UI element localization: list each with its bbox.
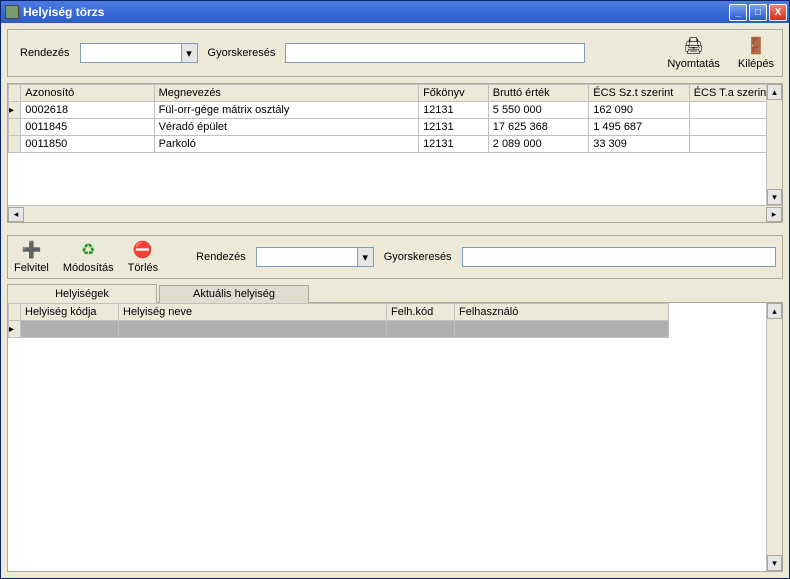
cell-depr-szt: 33 309 [589, 136, 689, 153]
table-row[interactable]: 0011845 Véradó épület 12131 17 625 368 1… [9, 119, 782, 136]
quicksearch-input-2[interactable] [463, 248, 775, 266]
exit-button[interactable]: 🚪 Kilépés [738, 36, 774, 70]
col-user-code[interactable]: Felh.kód [387, 304, 455, 321]
quicksearch-label: Gyorskeresés [204, 47, 280, 59]
app-icon [5, 5, 19, 19]
maximize-button[interactable]: □ [749, 4, 767, 21]
add-button-label: Felvitel [14, 262, 49, 274]
window-title: Helyiség törzs [23, 5, 104, 19]
row-header-corner [9, 304, 21, 321]
horizontal-scrollbar[interactable]: ◂ ▸ [8, 205, 782, 222]
cell-gross: 2 089 000 [488, 136, 588, 153]
upper-grid[interactable]: Azonosító Megnevezés Főkönyv Bruttó érté… [7, 83, 783, 223]
cell-id: 0011845 [21, 119, 154, 136]
col-room-code[interactable]: Helyiség kódja [21, 304, 119, 321]
print-button[interactable]: 🖨 Nyomtatás [667, 36, 720, 70]
scroll-up-icon[interactable]: ▴ [767, 303, 782, 319]
delete-button-label: Törlés [128, 262, 159, 274]
cell-ledger: 12131 [419, 119, 489, 136]
close-button[interactable]: X [769, 4, 787, 21]
chevron-down-icon[interactable]: ▾ [357, 248, 373, 266]
top-toolbar: Rendezés ▾ Gyorskeresés 🖨 Nyomtatás 🚪 Ki… [7, 29, 783, 77]
quicksearch-label-2: Gyorskeresés [380, 251, 456, 263]
vertical-scrollbar[interactable]: ▴ ▾ [766, 303, 782, 571]
titlebar: Helyiség törzs _ □ X [1, 1, 789, 23]
row-pointer-icon [9, 321, 21, 338]
col-room-name[interactable]: Helyiség neve [119, 304, 387, 321]
cell-gross: 17 625 368 [488, 119, 588, 136]
minimize-button[interactable]: _ [729, 4, 747, 21]
col-ledger[interactable]: Főkönyv [419, 85, 489, 102]
middle-toolbar: ➕ Felvitel ♻ Módosítás ⛔ Törlés Rendezés… [7, 235, 783, 279]
cell-id: 0011850 [21, 136, 154, 153]
cell-depr-szt: 1 495 687 [589, 119, 689, 136]
plus-icon: ➕ [21, 240, 41, 260]
sort-label-2: Rendezés [192, 251, 250, 263]
table-row[interactable] [9, 321, 782, 338]
splitter[interactable] [7, 227, 783, 231]
cell-ledger: 12131 [419, 102, 489, 119]
col-id[interactable]: Azonosító [21, 85, 154, 102]
add-button[interactable]: ➕ Felvitel [14, 240, 49, 274]
exit-button-label: Kilépés [738, 58, 774, 70]
chevron-down-icon[interactable]: ▾ [181, 44, 197, 62]
tab-current-room[interactable]: Aktuális helyiség [159, 285, 309, 304]
recycle-icon: ♻ [78, 240, 98, 260]
row-header-corner [9, 85, 21, 102]
cell-name: Parkoló [154, 136, 419, 153]
scroll-up-icon[interactable]: ▴ [767, 84, 782, 100]
print-button-label: Nyomtatás [667, 58, 720, 70]
edit-button-label: Módosítás [63, 262, 114, 274]
exit-icon: 🚪 [746, 36, 766, 56]
printer-icon: 🖨 [684, 36, 704, 56]
vertical-scrollbar[interactable]: ▴ ▾ [766, 84, 782, 205]
sort-combo-input-2[interactable] [257, 248, 357, 266]
table-row[interactable]: 0002618 Fül-orr-gége mátrix osztály 1213… [9, 102, 782, 119]
edit-button[interactable]: ♻ Módosítás [63, 240, 114, 274]
col-name[interactable]: Megnevezés [154, 85, 419, 102]
quicksearch-input[interactable] [286, 44, 584, 62]
col-depr-szt[interactable]: ÉCS Sz.t szerint [589, 85, 689, 102]
cell-id: 0002618 [21, 102, 154, 119]
delete-button[interactable]: ⛔ Törlés [128, 240, 159, 274]
table-row[interactable]: 0011850 Parkoló 12131 2 089 000 33 309 [9, 136, 782, 153]
minus-icon: ⛔ [133, 240, 153, 260]
col-gross[interactable]: Bruttó érték [488, 85, 588, 102]
cell-name: Fül-orr-gége mátrix osztály [154, 102, 419, 119]
sort-combo-input[interactable] [81, 44, 181, 62]
scroll-left-icon[interactable]: ◂ [8, 207, 24, 222]
cell-gross: 5 550 000 [488, 102, 588, 119]
sort-combo-2[interactable]: ▾ [256, 247, 374, 267]
sort-combo[interactable]: ▾ [80, 43, 198, 63]
cell-depr-szt: 162 090 [589, 102, 689, 119]
scroll-right-icon[interactable]: ▸ [766, 207, 782, 222]
cell-name: Véradó épület [154, 119, 419, 136]
scroll-down-icon[interactable]: ▾ [767, 555, 782, 571]
tab-strip: Helyiségek Aktuális helyiség [7, 283, 783, 302]
tab-rooms[interactable]: Helyiségek [7, 284, 157, 303]
lower-grid[interactable]: Helyiség kódja Helyiség neve Felh.kód Fe… [7, 302, 783, 572]
scroll-down-icon[interactable]: ▾ [767, 189, 782, 205]
sort-label: Rendezés [16, 47, 74, 59]
cell-ledger: 12131 [419, 136, 489, 153]
row-pointer-icon [9, 102, 21, 119]
col-user[interactable]: Felhasználó [455, 304, 669, 321]
